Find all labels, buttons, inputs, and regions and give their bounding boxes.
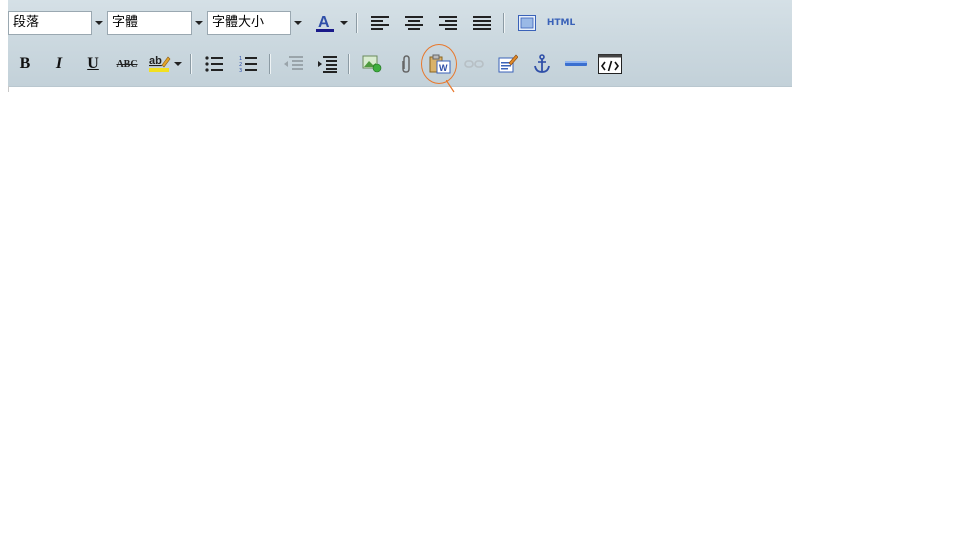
chevron-down-icon[interactable] [291,11,305,35]
indent-button[interactable] [312,51,342,77]
window-preview-icon [518,15,536,31]
paperclip-icon [402,55,410,73]
toolbar-separator [356,13,357,33]
unlink-button[interactable] [459,51,489,77]
strikethrough-button[interactable]: ABC [112,51,142,77]
strikethrough-label: ABC [116,58,138,70]
source-code-button[interactable] [595,51,625,77]
attach-file-button[interactable] [391,51,421,77]
underline-button[interactable]: U [78,51,108,77]
edit-table-button[interactable] [493,51,523,77]
indent-icon [318,56,337,73]
highlighter-icon: ab [149,55,171,72]
align-right-button[interactable] [433,10,463,36]
numbered-list-button[interactable]: 1 2 3 [233,51,263,77]
outdent-icon [284,56,303,70]
image-icon [362,55,382,73]
toolbar-separator [190,54,191,74]
underline-label: U [87,55,99,72]
bullet-list-icon [205,56,223,72]
html-label: HTML [546,18,576,28]
bullet-list-button[interactable] [199,51,229,77]
paragraph-format-value[interactable]: 段落 [8,11,92,35]
font-color-button[interactable]: A [312,10,338,36]
bold-label: B [19,55,31,72]
numbered-list-icon: 1 2 3 [239,56,257,73]
font-size-select[interactable]: 字體大小 [207,11,305,35]
toolbar-separator [503,13,504,33]
outdent-button[interactable] [278,51,308,77]
toolbar-row-1: 段落 字體 字體大小 A HTML [8,8,580,38]
svg-text:ab: ab [149,55,162,67]
chevron-down-icon[interactable] [92,11,106,35]
horizontal-rule-button[interactable] [561,51,591,77]
insert-image-button[interactable] [357,51,387,77]
fullscreen-button[interactable] [512,10,542,36]
anchor-button[interactable] [527,51,557,77]
svg-text:A: A [318,14,330,31]
code-window-icon [598,54,622,74]
svg-text:3: 3 [239,68,242,73]
font-color-dropdown-icon[interactable] [338,11,350,35]
highlight-color-button[interactable]: ab [146,51,172,77]
toolbar-separator [348,54,349,74]
link-disabled-icon [464,60,484,68]
toolbar-row-2: B I U ABC ab 1 2 3 W [10,49,629,79]
annotation-tail [446,80,455,93]
align-left-button[interactable] [365,10,395,36]
font-color-icon: A [316,14,334,32]
chevron-down-icon[interactable] [192,11,206,35]
annotation-circle [421,44,457,84]
italic-button[interactable]: I [44,51,74,77]
anchor-icon [534,54,550,73]
editor-left-edge [8,86,9,92]
align-justify-icon [473,16,491,30]
toolbar-separator [269,54,270,74]
align-left-icon [371,16,389,30]
html-source-button[interactable]: HTML [546,10,576,36]
font-family-value[interactable]: 字體 [107,11,192,35]
align-right-icon [439,16,457,30]
bold-button[interactable]: B [10,51,40,77]
paragraph-format-select[interactable]: 段落 [8,11,106,35]
align-justify-button[interactable] [467,10,497,36]
highlight-dropdown-icon[interactable] [172,52,184,76]
edit-document-icon [498,54,518,73]
font-size-value[interactable]: 字體大小 [207,11,291,35]
font-family-select[interactable]: 字體 [107,11,206,35]
horizontal-rule-icon [565,61,587,66]
align-center-icon [405,16,423,30]
italic-label: I [55,55,63,72]
align-center-button[interactable] [399,10,429,36]
